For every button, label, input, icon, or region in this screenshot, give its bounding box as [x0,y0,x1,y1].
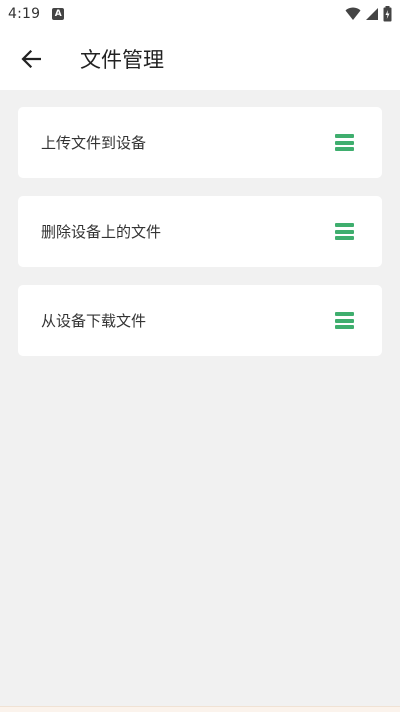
status-bar: 4:19 A [0,0,400,28]
menu-icon [335,134,354,151]
delete-file-label: 删除设备上的文件 [41,223,162,241]
signal-icon [365,7,379,21]
menu-icon [335,312,354,329]
status-time: 4:19 [8,6,41,22]
screen: 4:19 A 文件管理 上传文件到设备 删除设备上的文件 从设备下载文件 [0,0,400,712]
navigation-bar [0,706,400,712]
upload-file-item[interactable]: 上传文件到设备 [18,107,382,178]
wifi-icon [345,7,361,21]
menu-icon [335,223,354,240]
notification-icon: A [52,8,65,20]
battery-charging-icon [383,6,392,22]
upload-file-label: 上传文件到设备 [41,134,147,152]
page-title: 文件管理 [80,48,164,72]
back-button[interactable] [0,28,62,90]
arrow-left-icon [21,50,41,68]
download-file-label: 从设备下载文件 [41,312,147,330]
status-icons [345,6,392,22]
download-file-item[interactable]: 从设备下载文件 [18,285,382,356]
toolbar: 文件管理 [0,28,400,90]
delete-file-item[interactable]: 删除设备上的文件 [18,196,382,267]
